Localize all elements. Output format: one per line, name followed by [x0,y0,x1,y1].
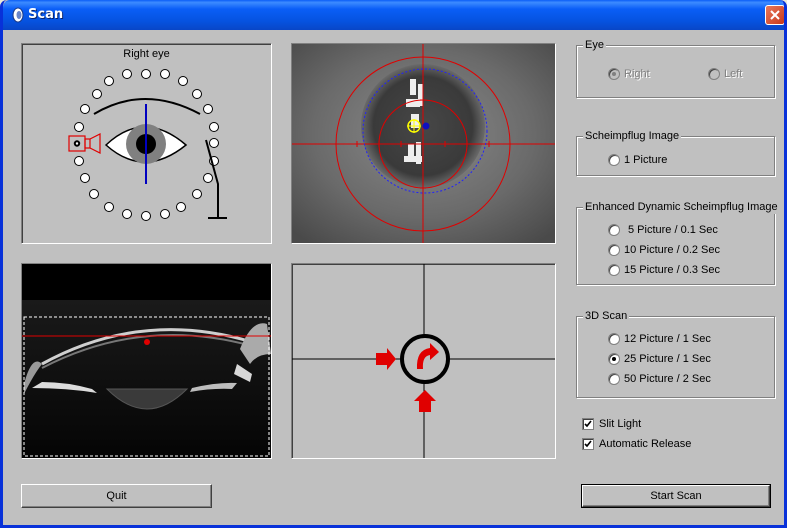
title-bar[interactable]: Scan [3,0,784,30]
eye-right-label: Right [624,68,650,80]
enhanced-15-radio[interactable] [608,264,620,276]
scheimpflug-1-option[interactable]: 1 Picture [608,153,667,167]
scheimpflug-1-radio[interactable] [608,154,620,166]
alignment-indicator [292,264,555,458]
quit-button-label: Quit [106,490,127,502]
camera-icon [68,133,101,154]
eye-right-option[interactable]: Right [608,67,650,81]
client-area: Right eye Eye Right Left Scheimpflug Ima… [3,30,784,525]
enhanced-10-radio[interactable] [608,244,620,256]
eye-left-option[interactable]: Left [708,67,742,81]
slit-light-label: Slit Light [599,418,642,430]
scan-window: Scan Right eye Eye Right Left Scheimpflu… [0,0,787,528]
scan3d-12-label: 12 Picture / 1 Sec [624,333,711,345]
enhanced-5-radio[interactable] [608,224,620,236]
camera-view [292,44,555,243]
enhanced-15-option[interactable]: 15 Picture / 0.3 Sec [608,263,720,277]
scan3d-50-option[interactable]: 50 Picture / 2 Sec [608,372,711,386]
scan3d-50-label: 50 Picture / 2 Sec [624,373,711,385]
eye-app-icon [12,7,24,23]
automatic-release-label: Automatic Release [599,438,692,450]
scan3d-12-radio[interactable] [608,333,620,345]
right-arrow-icon [376,348,396,370]
eye-right-radio[interactable] [608,68,620,80]
start-scan-button[interactable]: Start Scan [581,484,771,508]
scheimpflug-1-label: 1 Picture [624,154,668,166]
eye-group-title: Eye [583,38,606,52]
scan3d-25-option[interactable]: 25 Picture / 1 Sec [608,352,711,366]
scheimpflug-group-title: Scheimpflug Image [583,129,682,143]
up-arrow-icon [414,390,436,412]
close-button[interactable] [765,5,784,25]
checkmark-icon [584,440,592,448]
automatic-release-option[interactable]: Automatic Release [582,437,691,451]
eye-diagram-panel: Right eye [21,43,272,244]
start-scan-button-label: Start Scan [650,490,702,502]
scan3d-12-option[interactable]: 12 Picture / 1 Sec [608,332,711,346]
automatic-release-checkbox[interactable] [582,438,594,450]
alignment-dial [400,334,450,384]
enhanced-10-label: 10 Picture / 0.2 Sec [624,244,720,256]
enhanced-10-option[interactable]: 10 Picture / 0.2 Sec [608,243,720,257]
scheimpflug-image-panel [21,263,272,459]
slit-light-checkbox[interactable] [582,418,594,430]
enhanced-5-label: 5 Picture / 0.1 Sec [628,224,718,236]
eye-groupbox: Eye Right Left [576,38,775,98]
scan3d-25-radio[interactable] [608,353,620,365]
alignment-panel [291,263,556,459]
scan3d-groupbox: 3D Scan 12 Picture / 1 Sec 25 Picture / … [576,309,775,398]
live-camera-panel [291,43,556,244]
eye-position-diagram [68,69,227,221]
quit-button[interactable]: Quit [21,484,212,508]
enhanced-group-title: Enhanced Dynamic Scheimpflug Image [583,200,780,214]
scan3d-25-label: 25 Picture / 1 Sec [624,353,711,365]
enhanced-groupbox: Enhanced Dynamic Scheimpflug Image 5 Pic… [576,200,780,285]
scheimpflug-groupbox: Scheimpflug Image 1 Picture [576,129,775,176]
scan3d-group-title: 3D Scan [583,309,630,323]
scan3d-50-radio[interactable] [608,373,620,385]
window-title: Scan [28,7,64,22]
slit-light-option[interactable]: Slit Light [582,417,641,431]
checkmark-icon [584,420,592,428]
close-icon [770,10,780,20]
eye-left-label: Left [724,68,743,80]
eye-left-radio[interactable] [708,68,720,80]
scheimpflug-image [22,264,271,458]
enhanced-5-option[interactable]: 5 Picture / 0.1 Sec [608,223,718,237]
enhanced-15-label: 15 Picture / 0.3 Sec [624,264,720,276]
